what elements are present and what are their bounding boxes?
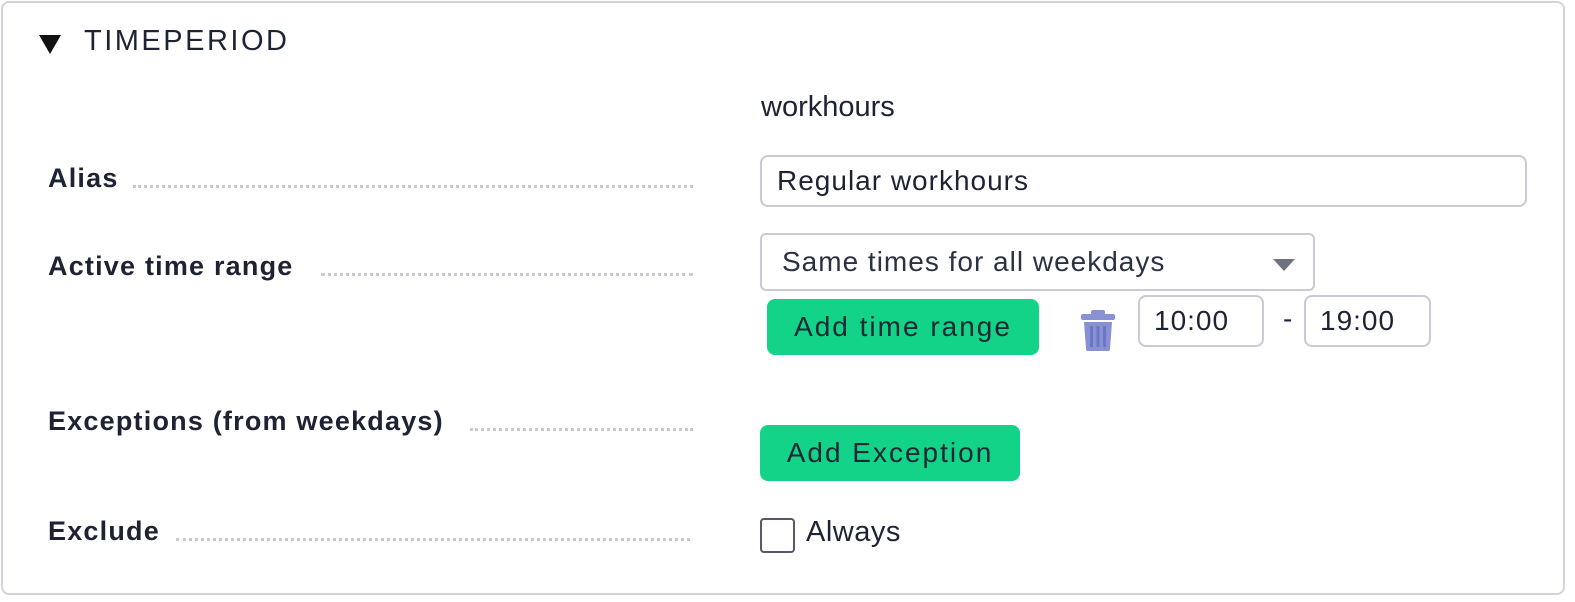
exceptions-dotted-leader [470, 428, 693, 431]
exclude-always-checkbox[interactable] [760, 518, 795, 553]
chevron-down-icon [1273, 259, 1295, 271]
timeperiod-panel: TIMEPERIOD workhours Alias Active time r… [1, 1, 1565, 595]
active-time-range-label: Active time range [48, 251, 294, 281]
trash-icon[interactable] [1081, 309, 1115, 351]
range-separator: - [1283, 303, 1293, 334]
range-end-input[interactable] [1304, 295, 1431, 347]
exceptions-label: Exceptions (from weekdays) [48, 406, 444, 436]
add-exception-button[interactable]: Add Exception [760, 425, 1020, 481]
exclude-dotted-leader [176, 538, 690, 541]
time-range-mode-value: Same times for all weekdays [782, 246, 1166, 277]
exclude-always-label[interactable]: Always [806, 516, 901, 549]
range-start-input[interactable] [1138, 295, 1264, 347]
alias-dotted-leader [133, 185, 693, 188]
timeperiod-name: workhours [761, 91, 895, 123]
exclude-label: Exclude [48, 516, 160, 546]
triangle-down-icon[interactable] [39, 34, 61, 54]
section-title: TIMEPERIOD [84, 24, 290, 57]
add-time-range-button[interactable]: Add time range [767, 299, 1039, 355]
alias-label: Alias [48, 163, 119, 193]
time-range-mode-select[interactable]: Same times for all weekdays [760, 233, 1315, 291]
active-time-range-dotted-leader [321, 273, 693, 276]
alias-input[interactable] [760, 155, 1527, 207]
section-header[interactable]: TIMEPERIOD [39, 21, 289, 61]
